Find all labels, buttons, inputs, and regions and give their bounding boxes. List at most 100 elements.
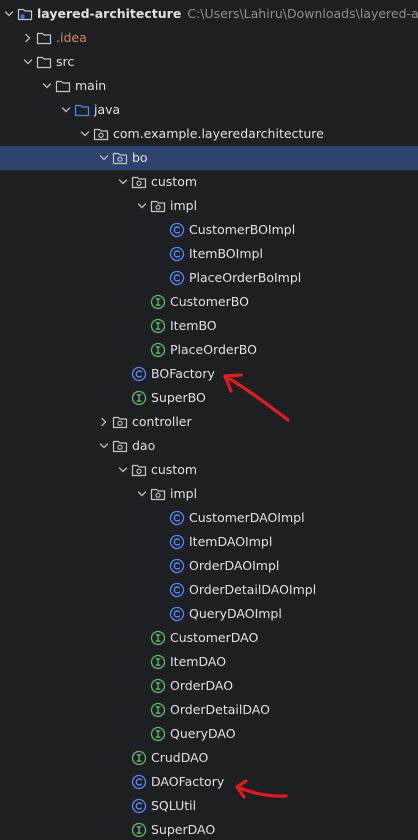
tree-item-customerbo[interactable]: CustomerBO — [0, 290, 418, 314]
interface-icon — [150, 726, 166, 742]
folder-icon — [55, 80, 71, 93]
tree-item-label: QueryDAOImpl — [189, 606, 282, 622]
node-name: main — [75, 78, 107, 93]
class-icon — [169, 222, 185, 238]
chevron-down-icon[interactable] — [99, 153, 109, 163]
tree-item-customerdao[interactable]: CustomerDAO — [0, 626, 418, 650]
tree-item-orderdetaildao[interactable]: OrderDetailDAO — [0, 698, 418, 722]
chevron-down-icon[interactable] — [118, 465, 128, 475]
tree-item-controller[interactable]: controller — [0, 410, 418, 434]
node-name: QueryDAOImpl — [189, 606, 282, 621]
tree-item-orderdetaildaoimpl[interactable]: OrderDetailDAOImpl — [0, 578, 418, 602]
chevron-down-icon[interactable] — [23, 57, 33, 67]
tree-item-label: PlaceOrderBO — [170, 342, 257, 358]
tree-item-label: OrderDetailDAO — [170, 702, 270, 718]
tree-item-orderdao[interactable]: OrderDAO — [0, 674, 418, 698]
tree-item-daofactory[interactable]: DAOFactory — [0, 770, 418, 794]
tree-item-customerdaoimpl[interactable]: CustomerDAOImpl — [0, 506, 418, 530]
node-name: .idea — [56, 30, 87, 45]
class-icon — [169, 510, 185, 526]
tree-item-label: BOFactory — [151, 366, 215, 382]
node-name: custom — [151, 462, 198, 477]
chevron-down-icon[interactable] — [137, 201, 147, 211]
tree-item-impl[interactable]: impl — [0, 194, 418, 218]
tree-item-label: SQLUtil — [151, 798, 196, 814]
node-name: SuperBO — [151, 390, 206, 405]
class-icon — [131, 366, 147, 382]
project-path: C:\Users\Lahiru\Downloads\layered-arch — [187, 6, 418, 21]
chevron-right-icon[interactable] — [23, 33, 33, 43]
tree-item-superbo[interactable]: SuperBO — [0, 386, 418, 410]
tree-item-querydao[interactable]: QueryDAO — [0, 722, 418, 746]
chevron-down-icon[interactable] — [80, 129, 90, 139]
tree-item-label: ItemBO — [170, 318, 217, 334]
chevron-down-icon[interactable] — [99, 441, 109, 451]
tree-item-querydaoimpl[interactable]: QueryDAOImpl — [0, 602, 418, 626]
package-icon — [150, 488, 166, 501]
tree-item-bo[interactable]: bo — [0, 146, 418, 170]
node-name: ItemDAOImpl — [189, 534, 273, 549]
tree-item-label: CustomerBOImpl — [189, 222, 295, 238]
interface-icon — [131, 390, 147, 406]
tree-item-label: CustomerDAOImpl — [189, 510, 305, 526]
node-name: OrderDetailDAO — [170, 702, 270, 717]
node-name: ItemBOImpl — [189, 246, 263, 261]
interface-icon — [131, 750, 147, 766]
tree-item-orderdaoimpl[interactable]: OrderDAOImpl — [0, 554, 418, 578]
tree-item-label: ItemBOImpl — [189, 246, 263, 262]
tree-item-dao[interactable]: dao — [0, 434, 418, 458]
package-icon — [131, 464, 147, 477]
interface-icon — [150, 654, 166, 670]
interface-icon — [150, 342, 166, 358]
node-name: controller — [132, 414, 192, 429]
tree-item-src[interactable]: src — [0, 50, 418, 74]
package-icon — [112, 440, 128, 453]
folder-icon — [36, 32, 52, 45]
chevron-down-icon[interactable] — [4, 9, 14, 19]
tree-item-label: SuperDAO — [151, 822, 215, 838]
tree-item-itemboimpl[interactable]: ItemBOImpl — [0, 242, 418, 266]
package-icon — [131, 176, 147, 189]
node-name: custom — [151, 174, 198, 189]
tree-item-cruddao[interactable]: CrudDAO — [0, 746, 418, 770]
tree-item--idea[interactable]: .idea — [0, 26, 418, 50]
chevron-down-icon[interactable] — [137, 489, 147, 499]
tree-item-label: OrderDAOImpl — [189, 558, 279, 574]
folder-icon — [36, 56, 52, 69]
tree-item-label: CustomerDAO — [170, 630, 258, 646]
tree-item-custom[interactable]: custom — [0, 170, 418, 194]
tree-item-superdao[interactable]: SuperDAO — [0, 818, 418, 840]
tree-item-label: com.example.layeredarchitecture — [113, 126, 324, 142]
tree-item-itemdao[interactable]: ItemDAO — [0, 650, 418, 674]
tree-item-label: custom — [151, 174, 197, 190]
tree-item-label: impl — [170, 198, 197, 214]
chevron-down-icon[interactable] — [42, 81, 52, 91]
chevron-right-icon[interactable] — [99, 417, 109, 427]
tree-item-bofactory[interactable]: BOFactory — [0, 362, 418, 386]
tree-item-label: OrderDAO — [170, 678, 233, 694]
tree-item-customerboimpl[interactable]: CustomerBOImpl — [0, 218, 418, 242]
tree-item-label: java — [94, 102, 120, 118]
tree-item-label: CrudDAO — [151, 750, 208, 766]
tree-item-label: bo — [132, 150, 148, 166]
chevron-down-icon[interactable] — [61, 105, 71, 115]
chevron-down-icon[interactable] — [118, 177, 128, 187]
source-folder-icon — [74, 104, 90, 117]
tree-item-java[interactable]: java — [0, 98, 418, 122]
tree-item-itembo[interactable]: ItemBO — [0, 314, 418, 338]
tree-item-custom[interactable]: custom — [0, 458, 418, 482]
node-name: src — [56, 54, 75, 69]
tree-item-label: custom — [151, 462, 197, 478]
tree-item-layered-architecture[interactable]: layered-architecture C:\Users\Lahiru\Down… — [0, 2, 418, 26]
tree-item-itemdaoimpl[interactable]: ItemDAOImpl — [0, 530, 418, 554]
tree-item-impl[interactable]: impl — [0, 482, 418, 506]
node-name: bo — [132, 150, 148, 165]
tree-item-label: ItemDAO — [170, 654, 226, 670]
project-tree: layered-architecture C:\Users\Lahiru\Down… — [0, 2, 418, 840]
tree-item-sqlutil[interactable]: SQLUtil — [0, 794, 418, 818]
tree-item-placeorderbo[interactable]: PlaceOrderBO — [0, 338, 418, 362]
tree-item-main[interactable]: main — [0, 74, 418, 98]
tree-item-placeorderboimpl[interactable]: PlaceOrderBoImpl — [0, 266, 418, 290]
tree-item-com-example-layeredarchitecture[interactable]: com.example.layeredarchitecture — [0, 122, 418, 146]
tree-item-label: QueryDAO — [170, 726, 236, 742]
